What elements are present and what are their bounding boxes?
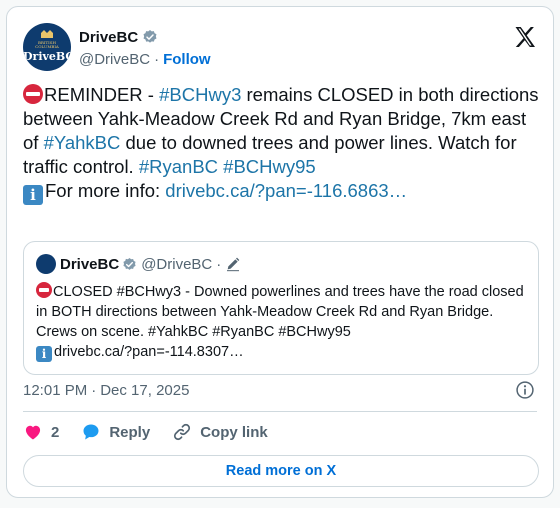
hashtag-yahkbc[interactable]: #YahkBC bbox=[44, 132, 121, 153]
avatar[interactable]: BRITISH COLUMBIA DriveBC bbox=[23, 23, 71, 71]
quote-separator-dot: · bbox=[216, 255, 222, 273]
quote-body: CLOSED #BCHwy3 - Downed powerlines and t… bbox=[36, 284, 524, 340]
separator-dot: · bbox=[154, 50, 160, 68]
display-name[interactable]: DriveBC bbox=[79, 29, 138, 46]
x-logo-icon[interactable] bbox=[513, 25, 537, 49]
reply-label: Reply bbox=[109, 423, 151, 441]
meta-separator: · bbox=[91, 381, 97, 399]
info-link[interactable]: drivebc.ca/?pan=-116.6863… bbox=[165, 180, 407, 201]
reply-button[interactable]: Reply bbox=[81, 422, 150, 442]
avatar-small-text-2: COLUMBIA bbox=[35, 44, 59, 49]
quote-verified-badge-icon bbox=[123, 257, 136, 270]
quote-avatar bbox=[36, 254, 56, 274]
tweet-card: BRITISH COLUMBIA DriveBC DriveBC @DriveB… bbox=[6, 6, 554, 498]
info-prefix: For more info: bbox=[45, 180, 166, 201]
no-entry-icon bbox=[23, 84, 43, 104]
copy-link-button[interactable]: Copy link bbox=[172, 422, 268, 442]
handle[interactable]: @DriveBC bbox=[79, 51, 150, 68]
heart-icon bbox=[25, 425, 41, 440]
tweet-time[interactable]: 12:01 PM bbox=[23, 382, 87, 399]
like-button[interactable]: 2 bbox=[23, 422, 59, 442]
pencil-icon bbox=[227, 257, 240, 272]
read-more-button[interactable]: Read more on X bbox=[23, 455, 539, 487]
quote-info-text: drivebc.ca/?pan=-114.8307… bbox=[54, 344, 244, 360]
tweet-text-seg-0: REMINDER - bbox=[44, 84, 160, 105]
quote-no-entry-icon bbox=[36, 282, 52, 298]
quote-header: DriveBC @DriveBC · bbox=[36, 254, 241, 274]
tweet-header: BRITISH COLUMBIA DriveBC DriveBC @DriveB… bbox=[23, 23, 537, 71]
avatar-brand: DriveBC bbox=[23, 50, 71, 63]
quote-handle: @DriveBC bbox=[141, 255, 213, 273]
hashtag-bchwy3[interactable]: #BCHwy3 bbox=[159, 84, 241, 105]
follow-button[interactable]: Follow bbox=[163, 51, 211, 68]
info-icon[interactable] bbox=[515, 380, 535, 400]
crest-icon bbox=[41, 30, 53, 38]
quote-display-name: DriveBC bbox=[60, 255, 120, 273]
tweet-date[interactable]: Dec 17, 2025 bbox=[100, 382, 189, 399]
copy-link-label: Copy link bbox=[200, 423, 268, 441]
info-emoji-icon: i bbox=[23, 185, 43, 205]
divider bbox=[23, 411, 537, 412]
name-row: DriveBC bbox=[79, 27, 158, 47]
link-icon bbox=[174, 423, 191, 441]
tweet-text: REMINDER - #BCHwy3 remains CLOSED in bot… bbox=[23, 83, 539, 205]
like-count: 2 bbox=[51, 423, 60, 441]
quoted-tweet[interactable]: DriveBC @DriveBC · CLOSED #BCHwy3 - Down… bbox=[23, 241, 539, 375]
hashtag-bchwy95[interactable]: #BCHwy95 bbox=[223, 156, 316, 177]
verified-badge-icon bbox=[143, 30, 157, 43]
handle-row: @DriveBC · Follow bbox=[79, 49, 211, 69]
quote-info-emoji-icon: i bbox=[36, 346, 52, 362]
action-bar: 2 Reply Copy link bbox=[23, 417, 290, 447]
hashtag-ryanbc[interactable]: #RyanBC bbox=[139, 156, 218, 177]
quote-text: CLOSED #BCHwy3 - Downed powerlines and t… bbox=[36, 282, 526, 362]
tweet-meta: 12:01 PM · Dec 17, 2025 bbox=[23, 379, 189, 401]
reply-bubble-icon bbox=[83, 424, 99, 440]
